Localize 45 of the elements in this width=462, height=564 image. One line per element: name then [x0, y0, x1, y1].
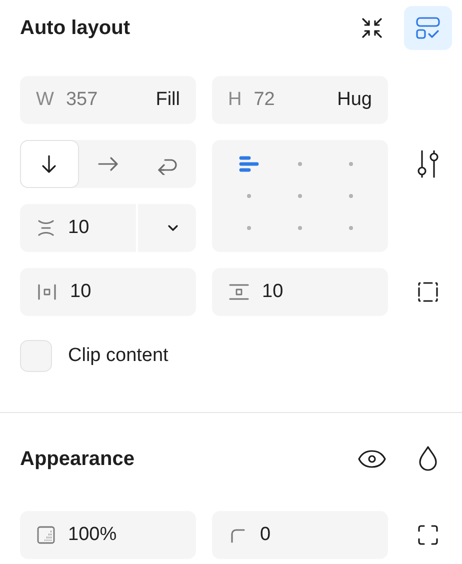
- dot-icon: [246, 225, 252, 231]
- dot-icon: [296, 193, 303, 199]
- corner-radius-field[interactable]: 0: [212, 511, 388, 559]
- field-value: 10: [262, 281, 284, 303]
- height-field[interactable]: H 72 Hug: [212, 76, 388, 124]
- sizing-mode[interactable]: Fill: [156, 89, 180, 111]
- dot-icon: [296, 225, 303, 231]
- field-value: 357: [66, 89, 98, 111]
- dot-icon: [348, 161, 354, 167]
- checkbox[interactable]: [20, 340, 52, 372]
- horizontal-padding-field[interactable]: 10: [20, 268, 196, 316]
- sizing-mode[interactable]: Hug: [337, 89, 372, 111]
- field-value: 100%: [68, 524, 117, 546]
- spacing-icon: [36, 218, 56, 238]
- opacity-field[interactable]: 100%: [20, 511, 196, 559]
- align-left-icon: [238, 154, 260, 174]
- gap-field[interactable]: 10: [20, 204, 196, 252]
- drop-icon: [417, 445, 439, 473]
- horizontal-padding-icon: [36, 282, 58, 302]
- checkbox-label: Clip content: [68, 345, 168, 367]
- collapse-icon: [361, 17, 383, 39]
- field-value: 72: [254, 89, 275, 111]
- layout-icon: [415, 16, 441, 40]
- fullscreen-icon: [416, 523, 440, 547]
- field-label: W: [36, 89, 54, 111]
- padding-icon: [417, 281, 439, 303]
- direction-button[interactable]: [20, 140, 79, 188]
- width-field[interactable]: W 357 Fill: [20, 76, 196, 124]
- dot-icon: [296, 161, 303, 167]
- opacity-icon: [36, 525, 56, 545]
- dot-icon: [246, 193, 252, 199]
- field-value: 0: [260, 524, 271, 546]
- section-title: Auto layout: [20, 16, 131, 40]
- vertical-padding-field[interactable]: 10: [212, 268, 388, 316]
- dot-icon: [348, 193, 354, 199]
- vertical-padding-icon: [228, 282, 250, 302]
- sliders-icon: [415, 149, 441, 179]
- eye-icon: [357, 448, 387, 470]
- field-value: 10: [70, 281, 92, 303]
- layout-guide-button[interactable]: [404, 6, 452, 50]
- field-value: 10: [68, 217, 90, 239]
- field-label: H: [228, 89, 242, 111]
- section-title: Appearance: [20, 448, 136, 470]
- dot-icon: [348, 225, 354, 231]
- chevron-icon: [166, 223, 180, 233]
